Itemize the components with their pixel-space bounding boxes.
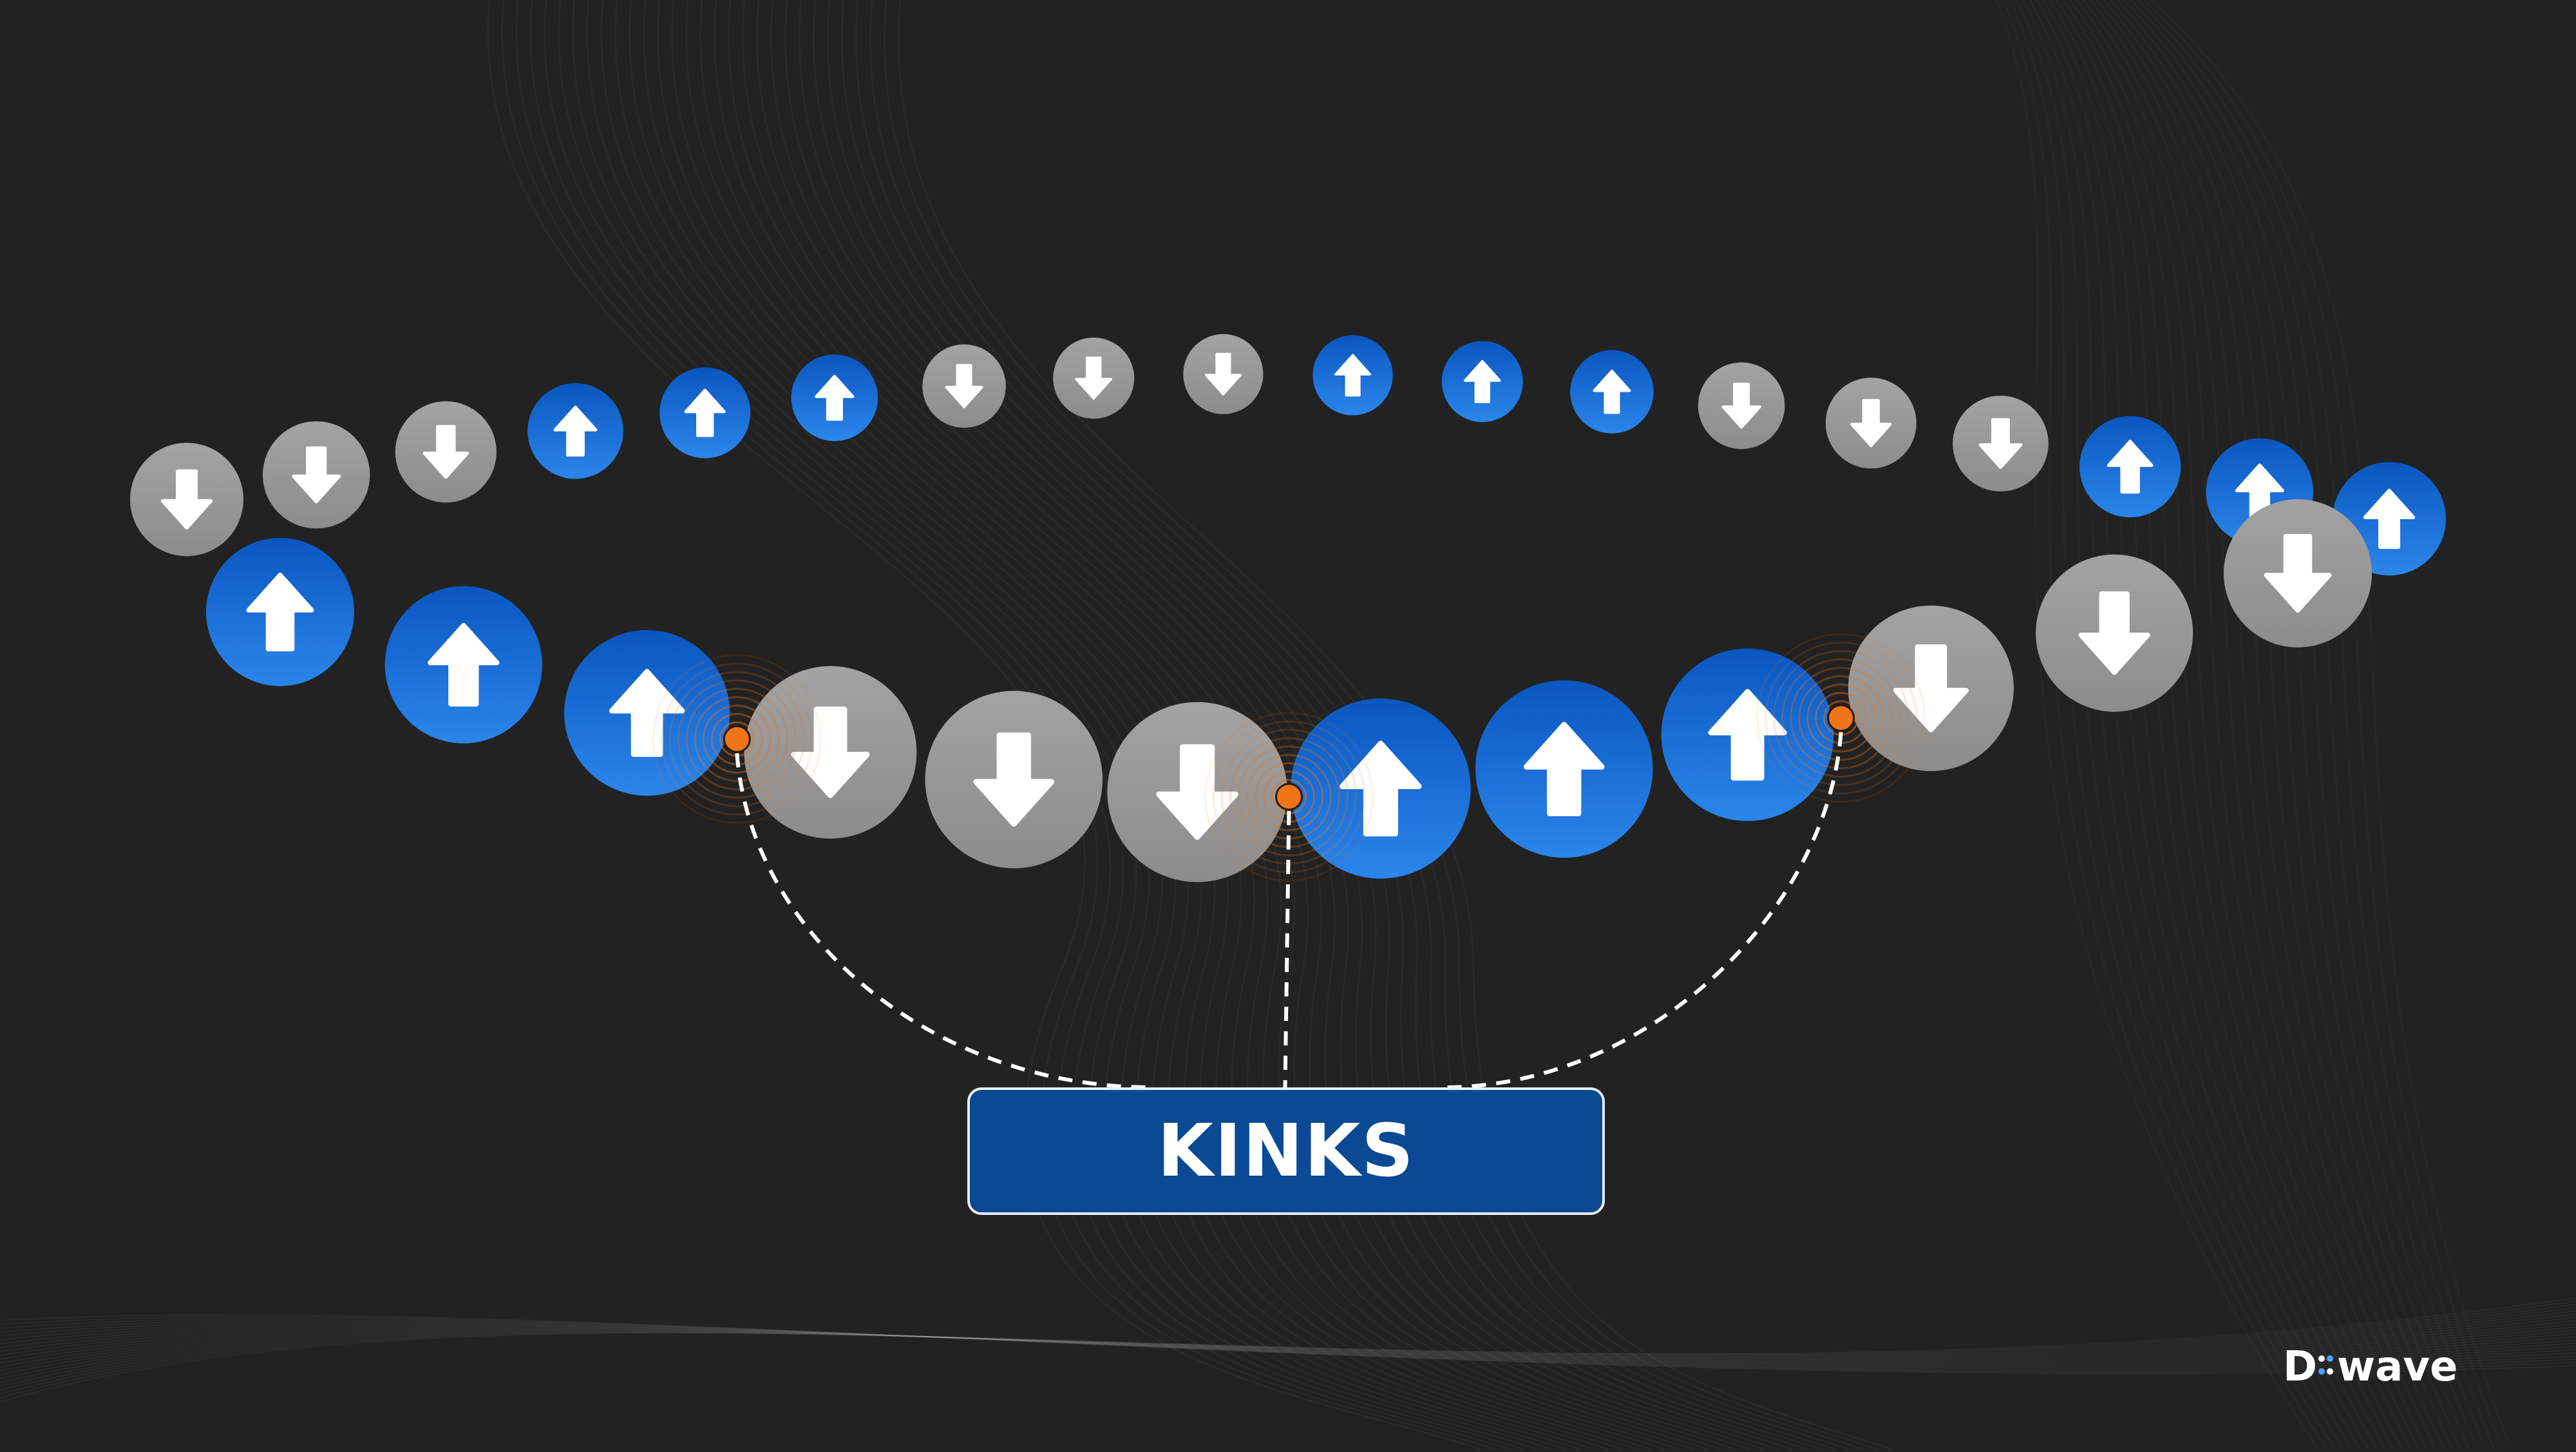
wave-line	[2010, 0, 2335, 1449]
wave-line	[2130, 0, 2486, 1449]
wave-line	[2016, 0, 2344, 1449]
logo-dot	[2327, 1355, 2333, 1362]
wave-line	[2070, 0, 2410, 1449]
spin-down	[925, 691, 1103, 868]
kink-dot	[723, 725, 751, 753]
spin-up	[791, 354, 878, 441]
wave-line	[2043, 0, 2377, 1449]
spin-up	[1312, 335, 1393, 416]
spin-down	[262, 421, 370, 529]
spin-down	[1953, 396, 2049, 492]
wave-line	[2077, 0, 2419, 1449]
wave-line	[2103, 0, 2452, 1449]
wave-line	[2150, 0, 2511, 1449]
kink-dot	[1275, 783, 1303, 811]
spin-down	[744, 666, 917, 839]
spin-up	[527, 383, 623, 479]
spin-down	[1825, 377, 1917, 469]
kink-dot	[1827, 704, 1855, 732]
kinks-label: KINKS	[967, 1087, 1605, 1215]
wave-line	[2063, 0, 2402, 1449]
spin-up	[1291, 698, 1471, 879]
spin-down	[1698, 362, 1785, 450]
logo-text-wave: wave	[2337, 1343, 2458, 1388]
wave-line	[2110, 0, 2461, 1449]
spin-down	[1053, 338, 1135, 419]
logo-dot	[2318, 1355, 2325, 1362]
spin-down	[2036, 554, 2193, 712]
logo-dot	[2318, 1368, 2325, 1375]
back-spin-row	[130, 334, 2446, 576]
spin-up	[206, 538, 354, 686]
background-wave-lines	[0, 0, 2576, 1450]
spin-down	[1183, 334, 1264, 414]
spin-down	[130, 443, 243, 557]
spin-up	[659, 367, 751, 459]
dwave-logo: D wave	[2283, 1343, 2458, 1388]
spin-up	[2079, 416, 2181, 518]
spin-down	[922, 344, 1006, 428]
spin-down	[2224, 499, 2372, 647]
spin-up	[1570, 350, 1654, 434]
logo-text-d: D	[2283, 1343, 2317, 1388]
spin-up	[384, 586, 542, 743]
spin-up	[1441, 341, 1523, 423]
spin-chain-diagram	[0, 0, 2576, 1450]
wave-line	[2097, 0, 2444, 1449]
kink-marker	[652, 654, 822, 824]
spin-up	[1475, 680, 1653, 858]
kink-marker	[1204, 712, 1374, 882]
diagram-canvas: KINKS D wave	[0, 0, 2576, 1450]
spin-down	[395, 401, 497, 503]
wave-line	[2030, 0, 2360, 1449]
wave-line	[2137, 0, 2494, 1449]
kink-marker	[1756, 633, 1926, 803]
logo-dot	[2327, 1368, 2333, 1375]
wave-line	[2036, 0, 2369, 1449]
spin-down	[1107, 702, 1287, 883]
